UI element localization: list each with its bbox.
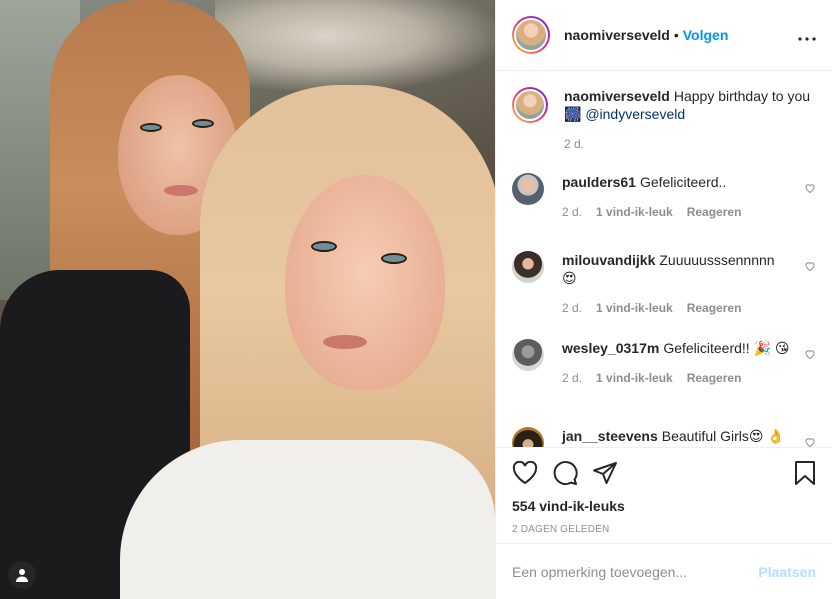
comment-icon[interactable] bbox=[552, 460, 578, 486]
comment-text: Beautiful Girls😍 👌 bbox=[661, 428, 785, 444]
caption-emoji: 🎆 bbox=[564, 106, 582, 122]
right-person-face bbox=[285, 175, 445, 390]
comment-item: paulders61 Gefeliciteerd.. 2 d. 1 vind-ik… bbox=[512, 173, 816, 245]
add-comment-bar: Plaatsen bbox=[496, 543, 832, 599]
follow-button[interactable]: Volgen bbox=[683, 27, 729, 43]
like-count[interactable]: 554 vind-ik-leuks bbox=[512, 498, 816, 514]
commenter-avatar[interactable] bbox=[512, 339, 544, 371]
separator-dot: • bbox=[673, 27, 679, 43]
comment-time[interactable]: 2 d. bbox=[562, 203, 582, 221]
post-photo[interactable] bbox=[0, 0, 495, 599]
bookmark-icon[interactable] bbox=[794, 460, 816, 486]
comment-item: wesley_0317m Gefeliciteerd!! 🎉 😘 2 d. 1 v… bbox=[512, 339, 816, 427]
comment-likes[interactable]: 1 vind-ik-leuk bbox=[596, 299, 673, 317]
comment-heart-icon[interactable] bbox=[804, 181, 816, 194]
comment-likes[interactable]: 1 vind-ik-leuk bbox=[596, 203, 673, 221]
caption-mention[interactable]: @indyverseveld bbox=[585, 106, 685, 122]
post-comment-button[interactable]: Plaatsen bbox=[758, 564, 816, 580]
caption-username[interactable]: naomiverseveld bbox=[564, 88, 670, 104]
comment-username[interactable]: jan__steevens bbox=[562, 428, 658, 444]
right-person-shirt bbox=[120, 440, 495, 599]
comment-heart-icon[interactable] bbox=[804, 347, 816, 360]
post-side-panel: naomiverseveld • Volgen naomiverseveld Ha… bbox=[495, 0, 832, 599]
avatar[interactable] bbox=[512, 16, 550, 54]
eye bbox=[311, 241, 337, 252]
post-header: naomiverseveld • Volgen bbox=[496, 0, 832, 71]
background-decor bbox=[215, 0, 495, 90]
comment-username[interactable]: wesley_0317m bbox=[562, 340, 659, 356]
reply-button[interactable]: Reageren bbox=[687, 369, 742, 387]
reply-button[interactable]: Reageren bbox=[687, 299, 742, 317]
mouth bbox=[323, 335, 367, 349]
eye bbox=[140, 123, 162, 132]
comment-input[interactable] bbox=[512, 563, 759, 580]
comment-time[interactable]: 2 d. bbox=[562, 369, 582, 387]
comment-heart-icon[interactable] bbox=[804, 259, 816, 272]
comment-username[interactable]: paulders61 bbox=[562, 174, 636, 190]
comment-likes[interactable]: 1 vind-ik-leuk bbox=[596, 369, 673, 387]
mouth bbox=[164, 185, 198, 196]
heart-icon[interactable] bbox=[512, 461, 538, 485]
comment-heart-icon[interactable] bbox=[804, 435, 816, 447]
comment-text: Gefeliciteerd.. bbox=[639, 174, 727, 190]
commenter-avatar[interactable] bbox=[512, 427, 544, 447]
commenter-avatar[interactable] bbox=[512, 173, 544, 205]
comment-text: Gefeliciteerd!! 🎉 😘 bbox=[663, 340, 790, 356]
caption-avatar[interactable] bbox=[512, 87, 548, 123]
share-icon[interactable] bbox=[592, 461, 618, 485]
comment-item: jan__steevens Beautiful Girls😍 👌 bbox=[512, 427, 816, 447]
user-tag-icon[interactable] bbox=[8, 561, 36, 589]
caption-text: Happy birthday to you bbox=[673, 88, 811, 104]
eye bbox=[192, 119, 214, 128]
comment-username[interactable]: milouvandijkk bbox=[562, 252, 655, 268]
action-icons bbox=[512, 458, 816, 488]
reply-button[interactable]: Reageren bbox=[687, 203, 742, 221]
post-actions: 554 vind-ik-leuks 2 DAGEN GELEDEN bbox=[496, 447, 832, 543]
eye bbox=[381, 253, 407, 264]
comment-item: milouvandijkk Zuuuuusssennnnn 😍 2 d. 1 vi… bbox=[512, 251, 816, 339]
comments-list[interactable]: naomiverseveld Happy birthday to you 🎆 @i… bbox=[496, 71, 832, 447]
post-date[interactable]: 2 DAGEN GELEDEN bbox=[512, 524, 816, 535]
comment-time[interactable]: 2 d. bbox=[562, 299, 582, 317]
commenter-avatar[interactable] bbox=[512, 251, 544, 283]
instagram-post: naomiverseveld • Volgen naomiverseveld Ha… bbox=[0, 0, 832, 599]
more-icon[interactable] bbox=[798, 25, 816, 46]
caption: naomiverseveld Happy birthday to you 🎆 @i… bbox=[512, 87, 816, 159]
caption-time[interactable]: 2 d. bbox=[564, 135, 584, 153]
header-username[interactable]: naomiverseveld bbox=[564, 27, 670, 43]
